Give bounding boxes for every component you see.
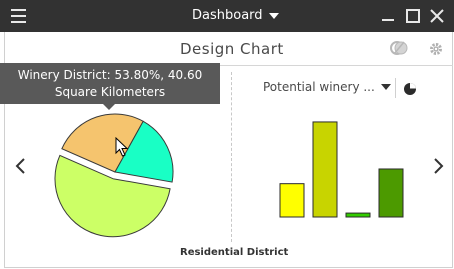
bar[interactable] — [279, 183, 305, 218]
bar[interactable] — [345, 212, 371, 218]
mouse-cursor-icon — [115, 136, 129, 161]
bar[interactable] — [378, 168, 404, 218]
tooltip: Winery District: 53.80%, 40.60 Square Ki… — [0, 63, 220, 110]
x-axis-label: Residential District — [180, 247, 289, 258]
pie-chart[interactable] — [54, 113, 174, 238]
charts-canvas — [54, 113, 404, 238]
tooltip-line-2: Square Kilometers — [54, 85, 166, 99]
bar[interactable] — [312, 121, 338, 218]
bar-chart[interactable] — [279, 121, 404, 218]
tooltip-line-1: Winery District: 53.80%, 40.60 — [17, 68, 203, 82]
